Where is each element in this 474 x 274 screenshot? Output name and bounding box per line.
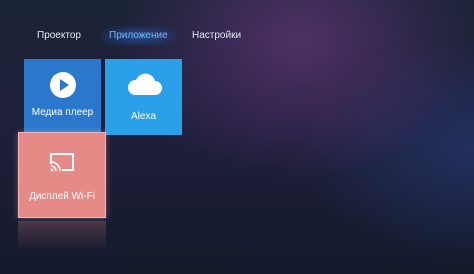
tile-wifi-display-label: Дисплей Wi-Fi <box>29 191 95 202</box>
tab-settings[interactable]: Настройки <box>192 26 241 46</box>
tile-alexa[interactable]: Alexa <box>105 59 182 135</box>
tile-media-player[interactable]: Медиа плеер <box>24 59 101 135</box>
cloud-icon <box>125 71 163 99</box>
tile-media-player-label: Медиа плеер <box>31 107 94 118</box>
top-nav: Проектор Приложение Настройки <box>0 26 474 46</box>
tab-projector[interactable]: Проектор <box>37 26 81 46</box>
screen-cast-icon <box>48 151 76 173</box>
tab-application[interactable]: Приложение <box>101 26 176 46</box>
tile-alexa-label: Alexa <box>130 111 156 122</box>
tile-reflection <box>18 221 106 251</box>
tile-wifi-display[interactable]: Дисплей Wi-Fi <box>18 132 106 218</box>
play-icon <box>50 72 76 98</box>
